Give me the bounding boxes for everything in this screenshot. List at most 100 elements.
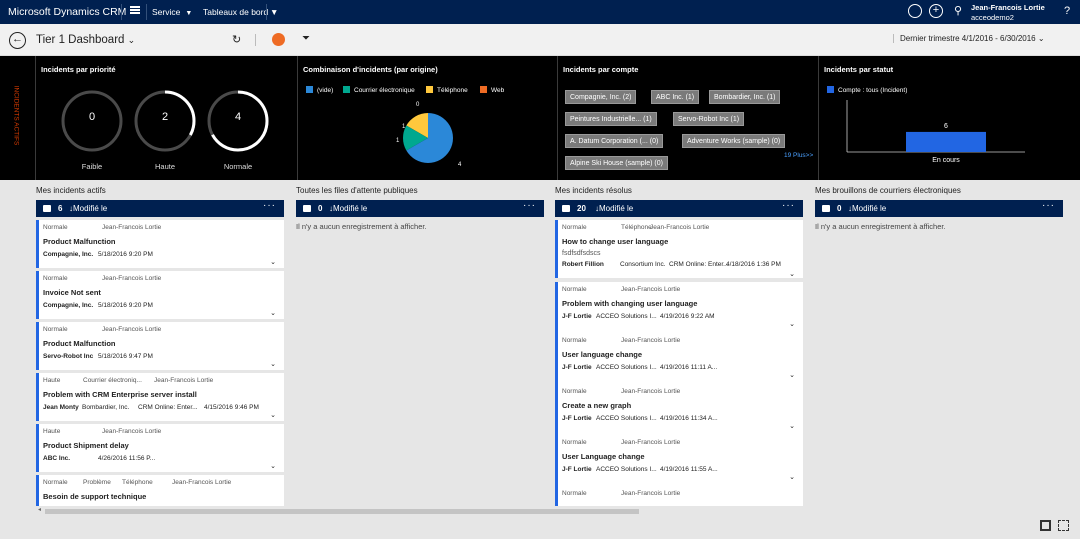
bar[interactable] — [906, 131, 986, 152]
expand-chevron-icon[interactable]: ⌄ — [270, 360, 276, 368]
item-detail: J-F Lortie — [562, 415, 592, 422]
nav-dashboards[interactable]: Tableaux de bord — [203, 7, 268, 17]
item-title[interactable]: How to change user language — [562, 237, 668, 246]
account-chip[interactable]: Adventure Works (sample) (0) — [682, 134, 786, 148]
legend-item[interactable]: Web — [480, 86, 504, 94]
account-chip[interactable]: Alpine Ski House (sample) (0) — [565, 156, 668, 170]
horizontal-scrollbar[interactable]: ◂ — [38, 506, 1074, 514]
chevron-down-icon[interactable]: ▼ — [270, 7, 278, 17]
period-selector[interactable]: Dernier trimestre 4/1/2016 - 6/30/2016 ⌄ — [893, 34, 1045, 43]
chart-view-icon[interactable] — [272, 33, 285, 46]
gauge-0[interactable]: 0 Faible — [60, 89, 124, 171]
list-item[interactable]: Haute Jean-Francois Lortie Product Shipmen… — [36, 424, 284, 472]
list-item[interactable]: Normale Jean-Francois Lortie User Language… — [555, 435, 803, 493]
item-title[interactable]: Create a new graph — [562, 401, 631, 410]
list-item[interactable]: Normale Jean-Francois Lortie Problem with … — [555, 282, 803, 340]
list-item[interactable]: Normale Jean-Francois Lortie Product Malfu… — [36, 220, 284, 268]
legend-item[interactable]: Courrier électronique — [343, 86, 415, 94]
item-title[interactable]: Problem with CRM Enterprise server insta… — [43, 390, 197, 399]
chevron-down-icon: ⌄ — [1037, 34, 1045, 43]
more-options-icon[interactable]: ··· — [523, 197, 536, 214]
chart-legend: Compte : tous (Incident) — [827, 86, 907, 94]
no-records-message: Il n'y a aucun enregistrement à afficher… — [296, 222, 427, 231]
more-options-icon[interactable]: ··· — [1042, 197, 1055, 214]
clock-icon[interactable] — [908, 4, 922, 18]
gauge-1[interactable]: 2 Haute — [133, 89, 197, 171]
user-info[interactable]: Jean-Francois Lortie acceodemo2 — [971, 3, 1045, 23]
tile-status[interactable]: Incidents par statut Compte : tous (Inci… — [819, 56, 1080, 180]
scrollbar-thumb[interactable] — [45, 509, 639, 514]
tile-account[interactable]: Incidents par compte Compagnie, Inc. (2)… — [558, 56, 819, 180]
tile-view-icon[interactable] — [1040, 520, 1051, 531]
item-title[interactable]: User language change — [562, 350, 642, 359]
sort-button[interactable]: ↓Modifié le — [69, 200, 107, 217]
bar-chart[interactable]: 6 En cours — [845, 98, 1045, 168]
account-chip[interactable]: Servo-Robot Inc (1) — [673, 112, 745, 126]
expand-chevron-icon[interactable]: ⌄ — [270, 411, 276, 419]
sort-button[interactable]: ↓Modifié le — [329, 200, 367, 217]
list-item[interactable]: Normale Problème Téléphone Jean-Francois Lo… — [36, 475, 284, 506]
data-label: 4 — [458, 162, 462, 168]
expand-chevron-icon[interactable]: ⌄ — [270, 309, 276, 317]
grid-view-icon[interactable] — [1058, 520, 1069, 531]
item-title[interactable]: Product Malfunction — [43, 237, 116, 246]
create-plus-icon[interactable]: + — [929, 4, 943, 18]
legend-label: Web — [491, 87, 505, 94]
item-title[interactable]: User Language change — [562, 452, 645, 461]
dashboard-selector[interactable]: Tier 1 Dashboard ⌄ — [36, 34, 135, 46]
list-item[interactable]: Normale Jean-Francois Lortie User language… — [555, 333, 803, 391]
menu-icon[interactable] — [130, 6, 140, 14]
sort-button[interactable]: ↓Modifié le — [595, 200, 633, 217]
queue-icon — [43, 205, 51, 212]
more-options-icon[interactable]: ··· — [782, 197, 795, 214]
list-item[interactable]: Normale Jean-Francois Lortie Invoice Not s… — [36, 271, 284, 319]
pie-chart[interactable]: 4110 — [388, 100, 478, 176]
more-accounts-link[interactable]: 19 Plus>> — [784, 152, 813, 159]
account-chip[interactable]: Compagnie, Inc. (2) — [565, 90, 637, 104]
list-item[interactable]: Normale Jean-Francois Lortie Product Malfu… — [36, 322, 284, 370]
account-chip[interactable]: A. Datum Corporation (... (0) — [565, 134, 664, 148]
legend-label: Téléphone — [437, 87, 468, 94]
item-title[interactable]: Product Malfunction — [43, 339, 116, 348]
sort-button[interactable]: ↓Modifié le — [848, 200, 886, 217]
expand-chevron-icon[interactable]: ⌄ — [789, 320, 795, 328]
tile-priority[interactable]: Incidents par priorité 0 Faible 2 Haute 4 Nor… — [36, 56, 298, 180]
refresh-icon[interactable]: ↻ — [232, 33, 241, 46]
list-item[interactable]: Normale Téléphone Jean-Francois Lortie How … — [555, 220, 803, 278]
expand-chevron-icon[interactable]: ⌄ — [270, 462, 276, 470]
back-arrow-icon[interactable]: ← — [9, 32, 26, 49]
item-detail: ABC Inc. — [43, 455, 71, 462]
item-meta: Normale — [43, 479, 68, 486]
account-chip[interactable]: Peintures Industrielle... (1) — [565, 112, 657, 126]
legend-item[interactable]: (vide) — [306, 86, 333, 94]
tile-origin[interactable]: Combinaison d'incidents (par origine) (v… — [298, 56, 558, 180]
account-chip[interactable]: ABC Inc. (1) — [651, 90, 700, 104]
help-icon[interactable]: ? — [1060, 4, 1074, 18]
expand-chevron-icon[interactable]: ⌄ — [789, 371, 795, 379]
item-title[interactable]: Invoice Not sent — [43, 288, 101, 297]
item-detail: J-F Lortie — [562, 313, 592, 320]
item-meta: Jean-Francois Lortie — [154, 377, 214, 384]
filter-icon[interactable]: ⏷ — [302, 33, 310, 44]
account-chip[interactable]: Bombardier, Inc. (1) — [709, 90, 781, 104]
expand-chevron-icon[interactable]: ⌄ — [789, 473, 795, 481]
legend-item[interactable]: Téléphone — [426, 86, 468, 94]
list-item[interactable]: Haute Courrier électroniq... Jean-Francois… — [36, 373, 284, 421]
nav-service[interactable]: Service ▼ — [152, 7, 192, 17]
expand-chevron-icon[interactable]: ⌄ — [270, 258, 276, 266]
item-detail: 4/19/2016 9:22 AM — [660, 313, 715, 320]
item-meta: Normale — [562, 286, 587, 293]
item-title[interactable]: Besoin de support technique — [43, 492, 146, 501]
expand-chevron-icon[interactable]: ⌄ — [789, 422, 795, 430]
gauge-2[interactable]: 4 Normale — [206, 89, 270, 171]
item-title[interactable]: Problem with changing user language — [562, 299, 697, 308]
search-icon[interactable]: ⚲ — [951, 4, 965, 18]
list-item[interactable]: Normale Jean-Francois Lortie Create a new … — [555, 384, 803, 442]
scroll-left-icon[interactable]: ◂ — [38, 506, 41, 513]
item-title[interactable]: Product Shipment delay — [43, 441, 129, 450]
expand-chevron-icon[interactable]: ⌄ — [789, 270, 795, 278]
item-meta: Normale — [562, 490, 587, 497]
item-meta: Jean-Francois Lortie — [621, 337, 681, 344]
more-options-icon[interactable]: ··· — [263, 197, 276, 214]
list-item[interactable]: Normale Jean-Francois Lortie — [555, 486, 803, 506]
